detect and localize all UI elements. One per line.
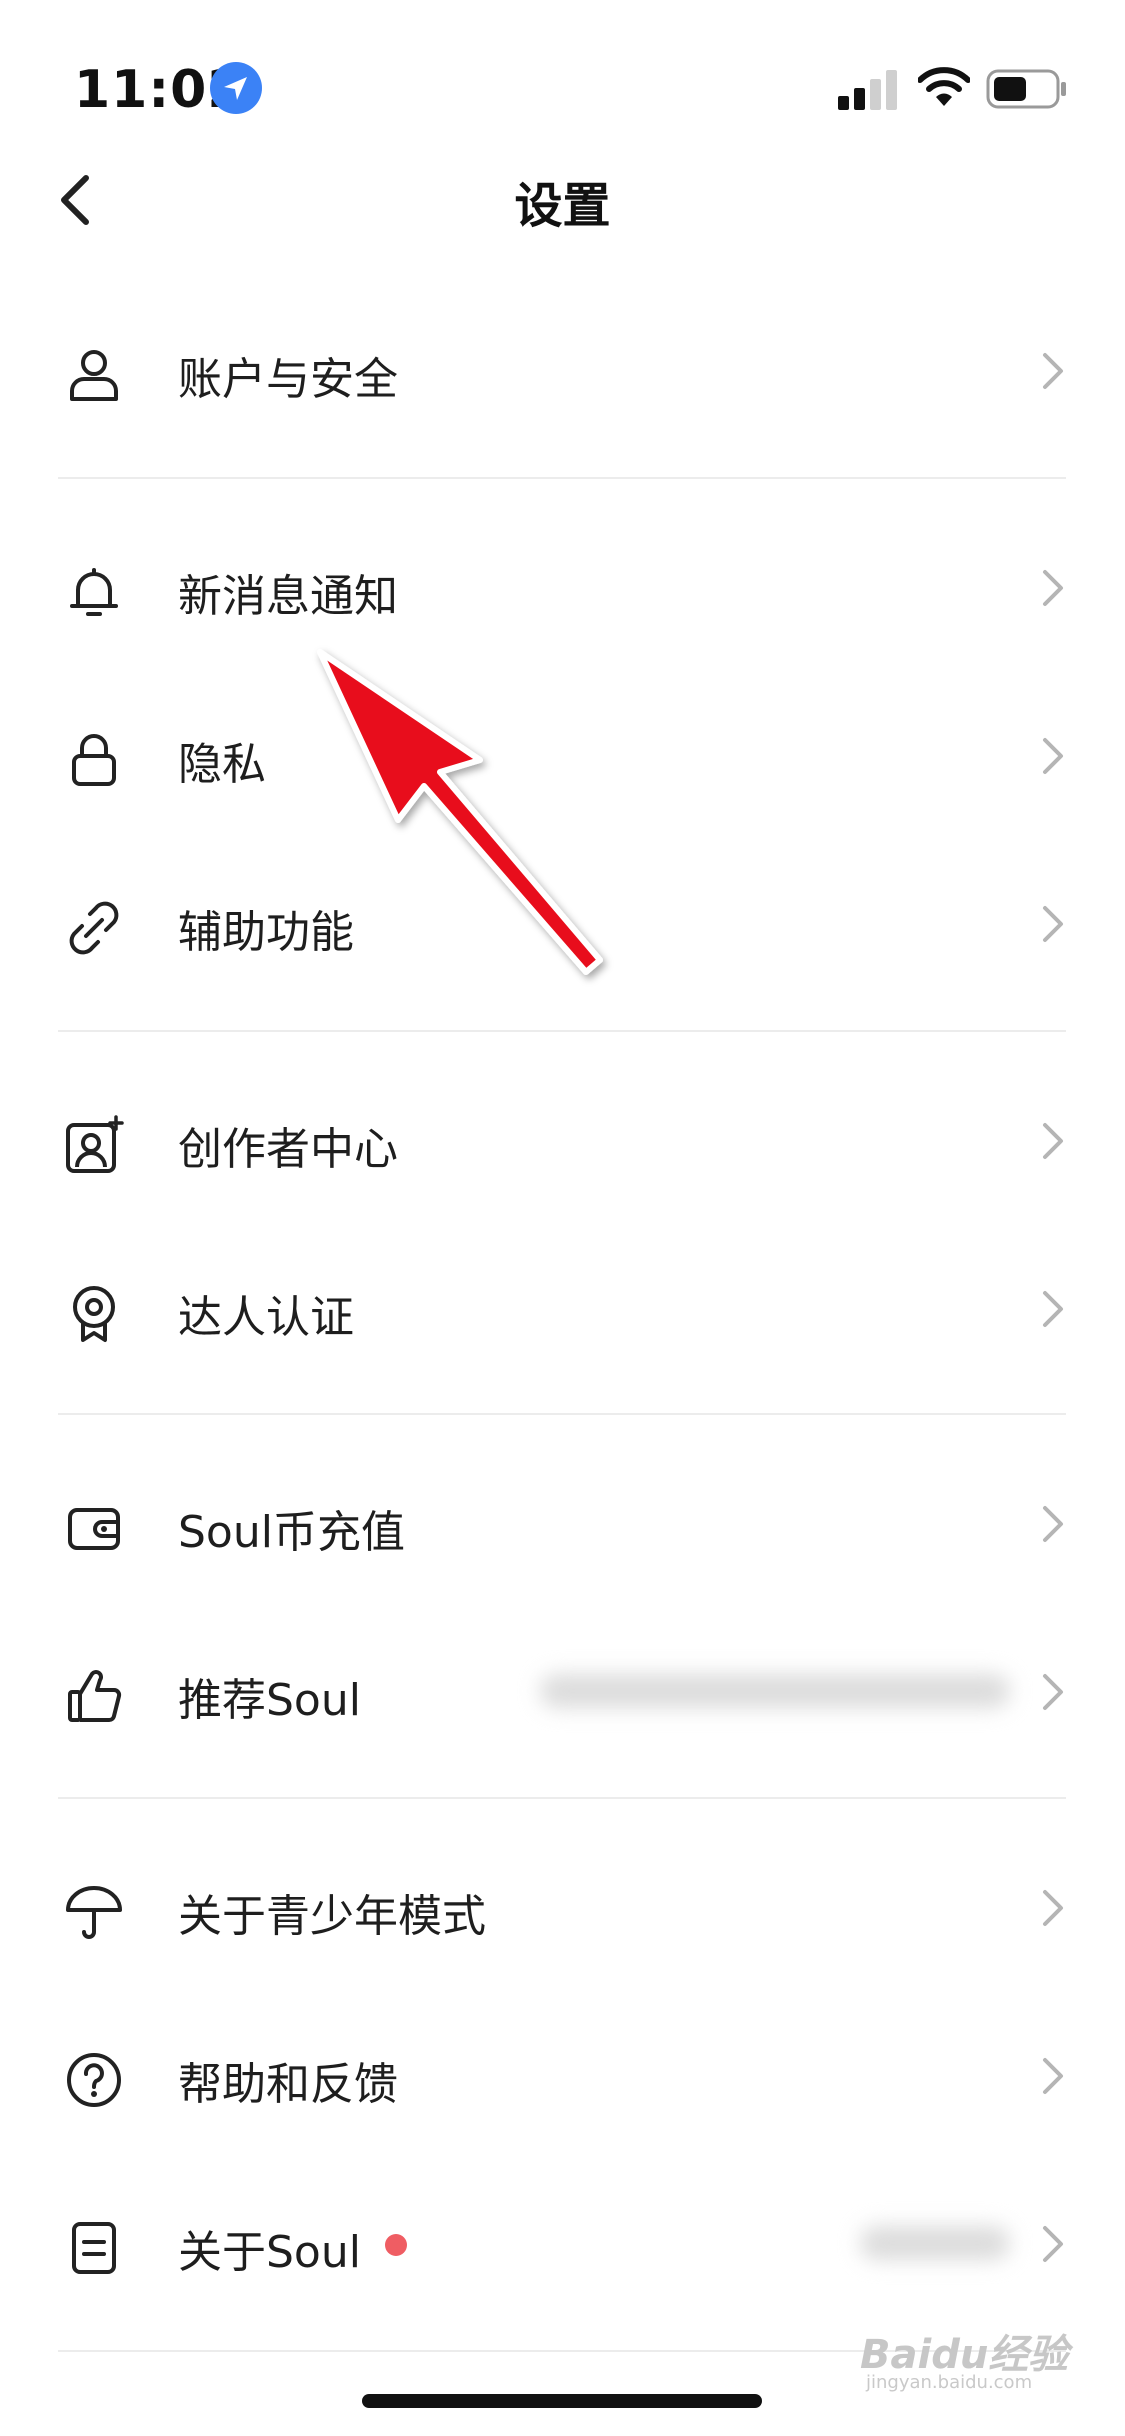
chevron-right-icon: [1043, 738, 1063, 774]
link-icon: [69, 901, 119, 955]
wifi-icon: [918, 67, 970, 106]
row-label: 关于青少年模式: [178, 1891, 486, 1942]
document-icon: [72, 2222, 116, 2274]
row-label: 账户与安全: [178, 354, 398, 405]
row-label: 达人认证: [178, 1292, 354, 1343]
row-label: 关于Soul: [178, 2227, 361, 2278]
help-icon: [67, 2053, 121, 2107]
location-arrow-icon: [210, 62, 262, 114]
blurred-value: [540, 1674, 1010, 1708]
section-divider: [58, 1030, 1066, 1032]
chevron-right-icon: [1043, 1674, 1063, 1710]
chevron-right-icon: [1043, 1123, 1063, 1159]
settings-row-notifications[interactable]: 新消息通知: [0, 522, 1125, 652]
cellular-signal-icon: [838, 70, 897, 110]
section-divider: [58, 477, 1066, 479]
thumbs-up-icon: [68, 1670, 122, 1722]
new-badge-dot: [385, 2234, 407, 2256]
annotation-arrow-icon: [317, 649, 603, 975]
battery-icon: [986, 69, 1066, 109]
section-divider: [58, 1797, 1066, 1799]
page-title: 设置: [514, 178, 611, 234]
settings-row-recommend[interactable]: 推荐Soul: [0, 1626, 1125, 1756]
row-label: 帮助和反馈: [178, 2059, 398, 2110]
row-label: 推荐Soul: [178, 1675, 361, 1726]
settings-row-coin-recharge[interactable]: Soul币充值: [0, 1458, 1125, 1588]
home-indicator[interactable]: [362, 2394, 762, 2408]
chevron-right-icon: [1043, 1291, 1063, 1327]
settings-row-expert-verification[interactable]: 达人认证: [0, 1243, 1125, 1373]
settings-row-teen-mode[interactable]: 关于青少年模式: [0, 1842, 1125, 1972]
watermark-url: jingyan.baidu.com: [866, 2372, 1033, 2393]
creator-icon: [66, 1115, 124, 1173]
settings-row-about[interactable]: 关于Soul: [0, 2178, 1125, 2308]
person-icon: [70, 350, 118, 401]
row-label: 新消息通知: [178, 571, 398, 622]
umbrella-icon: [66, 1886, 122, 1939]
row-label: Soul币充值: [178, 1507, 405, 1558]
bell-icon: [70, 568, 118, 616]
chevron-right-icon: [1043, 570, 1063, 606]
lock-icon: [72, 734, 116, 786]
chevron-right-icon: [1043, 2058, 1063, 2094]
chevron-right-icon: [1043, 1890, 1063, 1926]
section-divider: [58, 1413, 1066, 1415]
settings-row-creator-center[interactable]: 创作者中心: [0, 1075, 1125, 1205]
row-label: 创作者中心: [178, 1124, 398, 1175]
settings-row-help-feedback[interactable]: 帮助和反馈: [0, 2010, 1125, 2140]
chevron-right-icon: [1043, 353, 1063, 389]
wallet-icon: [68, 1508, 120, 1550]
row-label: 隐私: [178, 739, 266, 790]
settings-row-account-security[interactable]: 账户与安全: [0, 305, 1125, 435]
chevron-right-icon: [1043, 906, 1063, 942]
chevron-right-icon: [1043, 2226, 1063, 2262]
badge-icon: [73, 1286, 115, 1342]
blurred-version: [860, 2226, 1010, 2260]
status-bar: 11:02: [0, 0, 1125, 150]
chevron-right-icon: [1043, 1506, 1063, 1542]
